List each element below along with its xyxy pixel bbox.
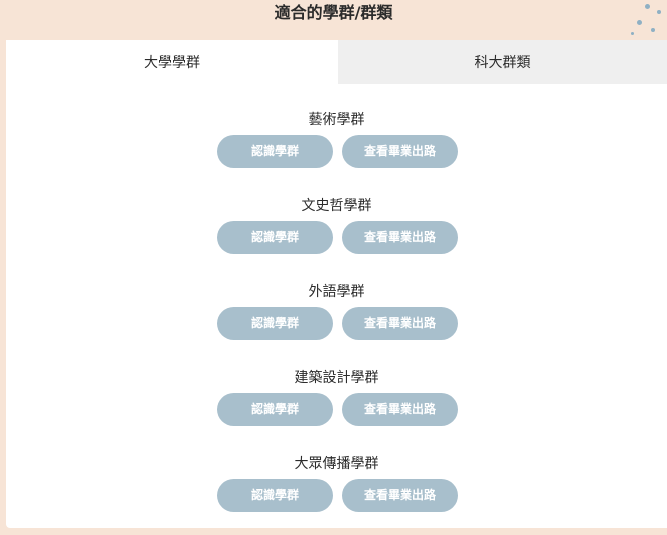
group-title: 建築設計學群 xyxy=(294,370,379,386)
learn-group-button[interactable]: 認識學群 xyxy=(217,479,333,512)
group-item: 藝術學群 認識學群 查看畢業出路 xyxy=(6,109,667,179)
group-item: 文史哲學群 認識學群 查看畢業出路 xyxy=(6,195,667,265)
view-career-paths-button[interactable]: 查看畢業出路 xyxy=(342,135,458,168)
group-title: 文史哲學群 xyxy=(301,198,372,214)
page-title: 適合的學群/群類 xyxy=(274,3,393,22)
group-title: 大眾傳播學群 xyxy=(294,456,379,472)
results-card: 大學學群 科大群類 藝術學群 認識學群 查看畢業出路 文史哲學群 認識學群 查看… xyxy=(6,40,667,528)
group-item: 大眾傳播學群 認識學群 查看畢業出路 xyxy=(6,453,667,523)
page-bottom-edge xyxy=(0,528,667,535)
group-title: 藝術學群 xyxy=(308,112,365,128)
tab-bar: 大學學群 科大群類 xyxy=(6,40,667,84)
view-career-paths-button[interactable]: 查看畢業出路 xyxy=(342,221,458,254)
learn-group-button[interactable]: 認識學群 xyxy=(217,393,333,426)
learn-group-button[interactable]: 認識學群 xyxy=(217,135,333,168)
group-item: 建築設計學群 認識學群 查看畢業出路 xyxy=(6,367,667,437)
group-title: 外語學群 xyxy=(308,284,365,300)
view-career-paths-button[interactable]: 查看畢業出路 xyxy=(342,307,458,340)
learn-group-button[interactable]: 認識學群 xyxy=(217,307,333,340)
learn-group-button[interactable]: 認識學群 xyxy=(217,221,333,254)
view-career-paths-button[interactable]: 查看畢業出路 xyxy=(342,479,458,512)
group-item: 外語學群 認識學群 查看畢業出路 xyxy=(6,281,667,351)
view-career-paths-button[interactable]: 查看畢業出路 xyxy=(342,393,458,426)
tab-tech-university-categories[interactable]: 科大群類 xyxy=(338,40,667,84)
tab-university-groups[interactable]: 大學學群 xyxy=(6,40,338,84)
